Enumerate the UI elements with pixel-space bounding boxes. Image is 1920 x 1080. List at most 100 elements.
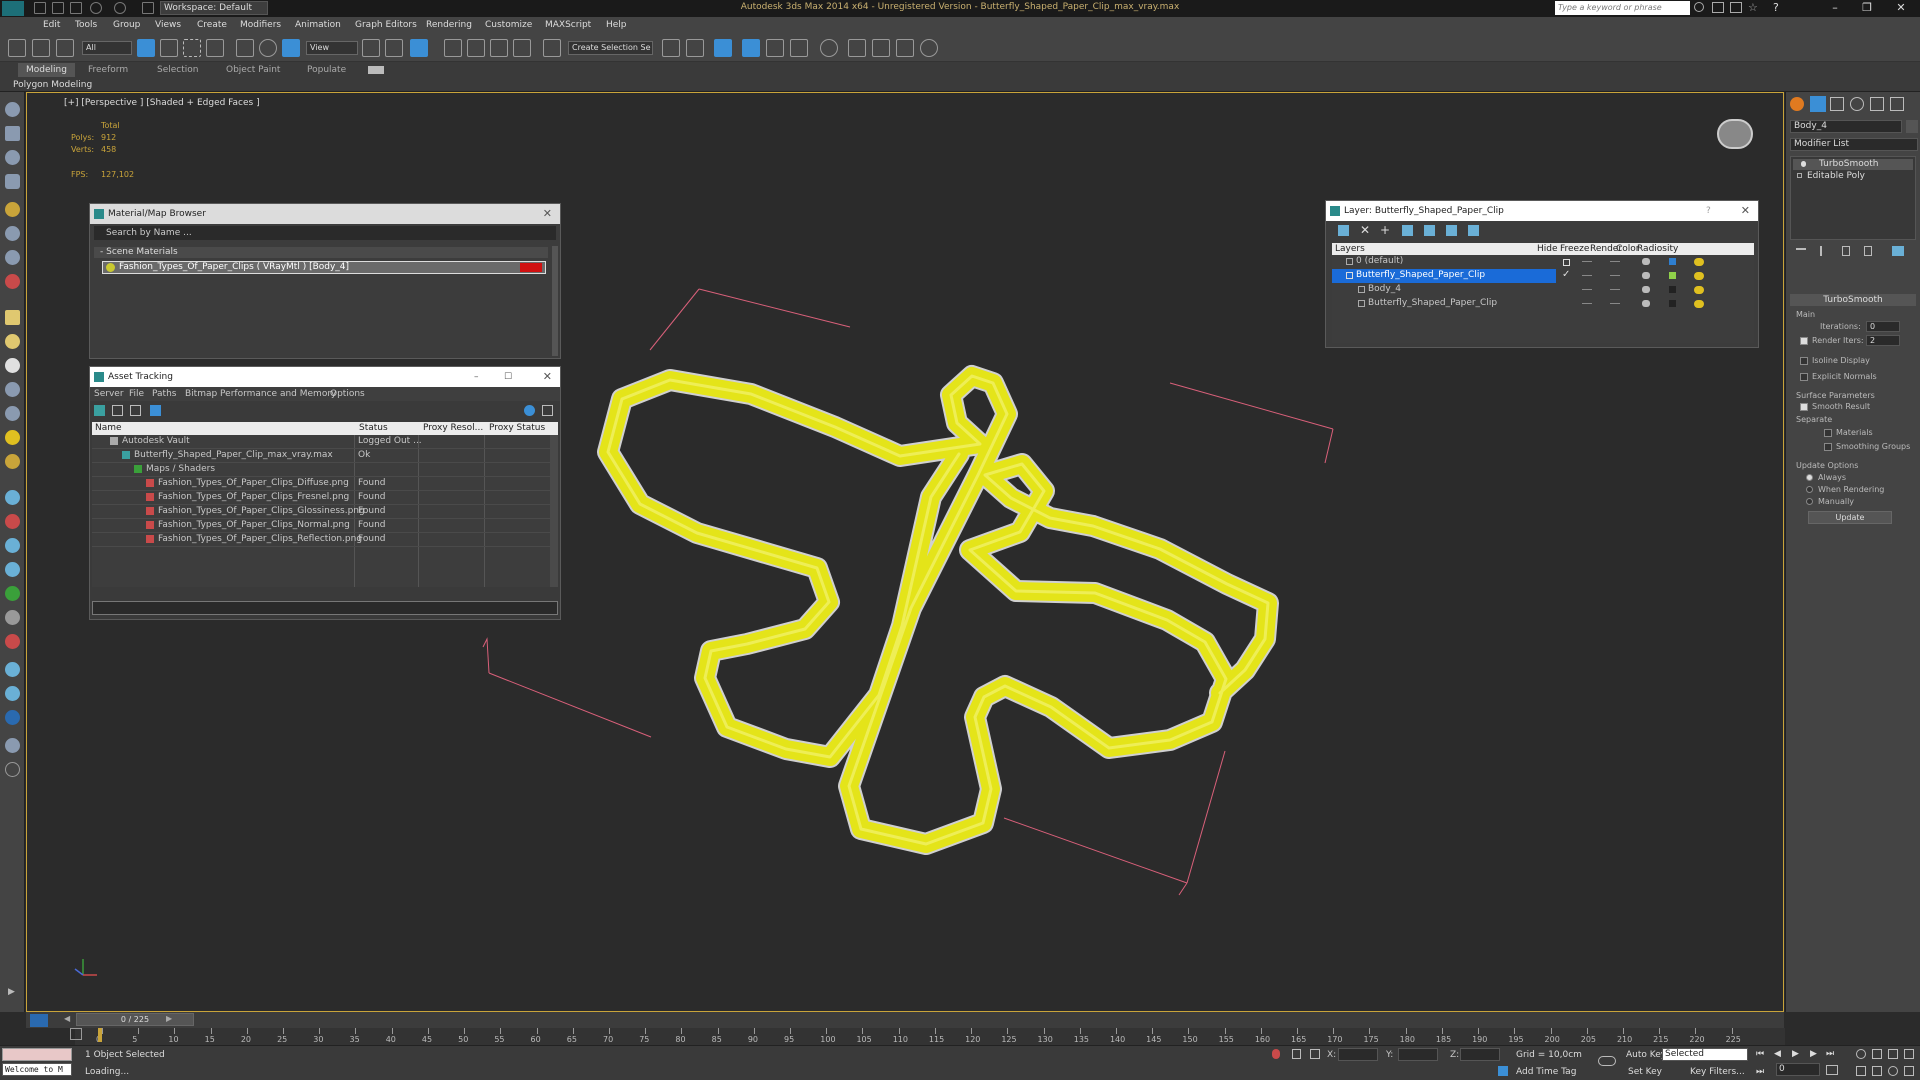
- selection-lock-icon[interactable]: [1292, 1049, 1301, 1059]
- pivot-center-icon[interactable]: [362, 39, 380, 57]
- tab-object-paint[interactable]: Object Paint: [226, 65, 280, 75]
- object-color-swatch[interactable]: [1906, 120, 1918, 133]
- select-object-icon[interactable]: [137, 39, 155, 57]
- auto-key-button[interactable]: Auto Key: [1626, 1050, 1666, 1060]
- maximize-button[interactable]: ❐: [1852, 0, 1882, 16]
- create-spindle-icon[interactable]: [5, 406, 20, 421]
- play-icon[interactable]: ▶: [1792, 1049, 1799, 1059]
- render-iters-checkbox[interactable]: [1800, 337, 1808, 345]
- radiosity-icon[interactable]: [1694, 300, 1704, 308]
- always-radio[interactable]: [1806, 474, 1813, 481]
- create-camera-icon[interactable]: [5, 454, 20, 469]
- create-spacewarp-icon[interactable]: [5, 514, 20, 529]
- create-helper-icon[interactable]: [5, 490, 20, 505]
- highlight-layer-icon[interactable]: [1424, 225, 1435, 236]
- select-by-name-icon[interactable]: [160, 39, 178, 57]
- list-view-icon[interactable]: [112, 405, 123, 416]
- create-pyramid-icon[interactable]: [5, 358, 20, 373]
- smoothing-groups-checkbox[interactable]: [1824, 443, 1832, 451]
- motion-tab-icon[interactable]: [1850, 97, 1864, 111]
- smooth-result-checkbox[interactable]: [1800, 403, 1808, 411]
- key-mode-dropdown[interactable]: Selected: [1662, 1048, 1748, 1061]
- create-tab-icon[interactable]: [1790, 97, 1804, 111]
- render-iters-spinner[interactable]: 2: [1866, 335, 1900, 346]
- binoculars-icon[interactable]: [1712, 2, 1724, 13]
- polygon-modeling-label[interactable]: Polygon Modeling: [13, 80, 92, 90]
- help-icon[interactable]: ?: [1773, 1, 1779, 14]
- active-layer-box-icon[interactable]: [1563, 259, 1570, 266]
- modifier-list-dropdown[interactable]: Modifier List: [1790, 138, 1918, 151]
- delete-layer-icon[interactable]: ✕: [1360, 223, 1370, 237]
- layer-manager-titlebar[interactable]: Layer: Butterfly_Shaped_Paper_Clip ? ✕: [1326, 201, 1758, 221]
- table-row[interactable]: Butterfly_Shaped_Paper_Clip_max_vray.max…: [92, 449, 550, 463]
- layer-color-swatch[interactable]: [1669, 286, 1676, 293]
- add-time-tag-label[interactable]: Add Time Tag: [1516, 1067, 1576, 1077]
- redo-icon[interactable]: [114, 2, 126, 14]
- close-icon[interactable]: ✕: [1741, 201, 1750, 221]
- expand-arrow-icon[interactable]: ▶: [8, 987, 15, 997]
- lightbulb-icon[interactable]: [1801, 161, 1806, 167]
- create-light-icon[interactable]: [5, 430, 20, 445]
- col-proxy-resolution[interactable]: Proxy Resol...: [423, 423, 483, 433]
- menu-help[interactable]: Help: [606, 20, 627, 30]
- tab-modeling[interactable]: Modeling: [18, 63, 75, 77]
- undo-icon[interactable]: [90, 2, 102, 14]
- display-tab-icon[interactable]: [1870, 97, 1884, 111]
- render-setup-icon[interactable]: [848, 39, 866, 57]
- zoom-icon[interactable]: [1856, 1049, 1866, 1059]
- create-tube-icon[interactable]: [5, 334, 20, 349]
- key-icon[interactable]: [1730, 2, 1742, 13]
- create-torus-icon[interactable]: [5, 202, 20, 217]
- refresh-icon[interactable]: [94, 405, 105, 416]
- layer-color-swatch[interactable]: [1669, 272, 1676, 279]
- table-row[interactable]: Fashion_Types_Of_Paper_Clips_Glossiness.…: [92, 505, 550, 519]
- hierarchy-tab-icon[interactable]: [1830, 97, 1844, 111]
- reference-coordinate-dropdown[interactable]: View: [306, 41, 358, 55]
- freeze-toggle[interactable]: [1610, 303, 1620, 304]
- create-dynamics-icon[interactable]: [5, 738, 20, 753]
- angle-snap-icon[interactable]: [467, 39, 485, 57]
- manually-radio[interactable]: [1806, 498, 1813, 505]
- col-freeze[interactable]: Freeze: [1560, 244, 1589, 254]
- next-frame-icon[interactable]: ▶: [1810, 1049, 1817, 1059]
- create-compound-icon[interactable]: [5, 710, 20, 725]
- col-name[interactable]: Name: [95, 423, 122, 433]
- create-hedra-icon[interactable]: [5, 382, 20, 397]
- layer-color-swatch[interactable]: [1669, 258, 1676, 265]
- key-mode-toggle-icon[interactable]: ⏭: [1756, 1067, 1764, 1077]
- align-icon[interactable]: [686, 39, 704, 57]
- create-foliage-icon[interactable]: [5, 586, 20, 601]
- frame-mini-curve-icon[interactable]: [30, 1014, 48, 1027]
- rendered-frame-window-icon[interactable]: [872, 39, 890, 57]
- go-to-start-icon[interactable]: ⏮: [1756, 1049, 1764, 1059]
- current-frame-field[interactable]: 0: [1776, 1063, 1820, 1076]
- edit-named-selection-icon[interactable]: [543, 39, 561, 57]
- menu-tools[interactable]: Tools: [75, 20, 97, 30]
- create-cylinder-icon[interactable]: [5, 174, 20, 189]
- hide-toggle[interactable]: [1582, 303, 1592, 304]
- z-coord-field[interactable]: [1460, 1048, 1500, 1061]
- modifier-editable-poly[interactable]: Editable Poly: [1793, 171, 1913, 182]
- minimize-icon[interactable]: –: [474, 367, 479, 387]
- create-teapot-icon[interactable]: [5, 226, 20, 241]
- radiosity-icon[interactable]: [1694, 286, 1704, 294]
- maximize-icon[interactable]: ☐: [504, 367, 512, 387]
- create-box-icon[interactable]: [5, 126, 20, 141]
- menu-customize[interactable]: Customize: [485, 20, 532, 30]
- pan-icon[interactable]: [1872, 1066, 1882, 1076]
- materials-checkbox[interactable]: [1824, 429, 1832, 437]
- render-production-icon[interactable]: [896, 39, 914, 57]
- tab-selection[interactable]: Selection: [157, 65, 198, 75]
- explicit-normals-checkbox[interactable]: [1800, 373, 1808, 381]
- expand-plus-icon[interactable]: [1797, 173, 1802, 178]
- maxscript-listener-pink[interactable]: [2, 1048, 72, 1061]
- key-filters-button[interactable]: Key Filters...: [1690, 1067, 1745, 1077]
- maximize-viewport-icon[interactable]: [1904, 1066, 1914, 1076]
- freeze-toggle[interactable]: [1610, 275, 1620, 276]
- bind-space-warp-icon[interactable]: [56, 39, 74, 57]
- maxscript-listener[interactable]: Welcome to M: [2, 1063, 72, 1076]
- save-file-icon[interactable]: [70, 2, 82, 14]
- absolute-relative-icon[interactable]: [1310, 1049, 1320, 1059]
- snaps-toggle-icon[interactable]: [444, 39, 462, 57]
- window-crossing-icon[interactable]: [206, 39, 224, 57]
